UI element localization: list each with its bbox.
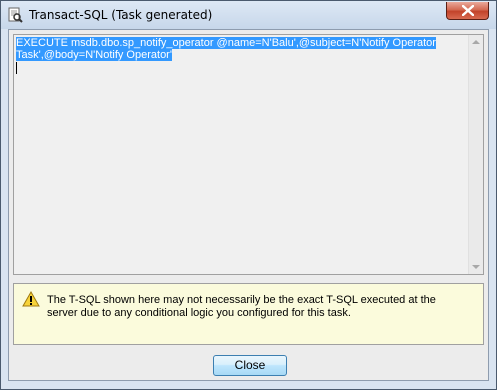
sql-line-2: Task',@body=N'Notify Operator': [16, 49, 172, 61]
vertical-scrollbar[interactable]: [468, 35, 483, 274]
warning-icon: [22, 290, 40, 312]
close-icon: [462, 5, 474, 16]
close-button[interactable]: Close: [213, 355, 287, 376]
scroll-up-arrow-icon[interactable]: [472, 40, 480, 44]
sql-line-1: EXECUTE msdb.dbo.sp_notify_operator @nam…: [16, 37, 436, 49]
dialog-window: Transact-SQL (Task generated) EXECUTE ms…: [0, 0, 497, 390]
text-caret: [16, 62, 17, 74]
dialog-client-area: EXECUTE msdb.dbo.sp_notify_operator @nam…: [8, 29, 489, 381]
warning-panel: The T-SQL shown here may not necessarily…: [13, 283, 484, 345]
window-title: Transact-SQL (Task generated): [29, 8, 213, 22]
warning-text: The T-SQL shown here may not necessarily…: [47, 294, 436, 319]
sql-document-icon: [7, 7, 23, 23]
scroll-down-arrow-icon[interactable]: [472, 265, 480, 269]
title-bar[interactable]: Transact-SQL (Task generated): [1, 1, 496, 29]
sql-statement[interactable]: EXECUTE msdb.dbo.sp_notify_operator @nam…: [16, 37, 456, 61]
sql-text-area[interactable]: EXECUTE msdb.dbo.sp_notify_operator @nam…: [13, 34, 484, 275]
window-close-button[interactable]: [446, 2, 489, 20]
